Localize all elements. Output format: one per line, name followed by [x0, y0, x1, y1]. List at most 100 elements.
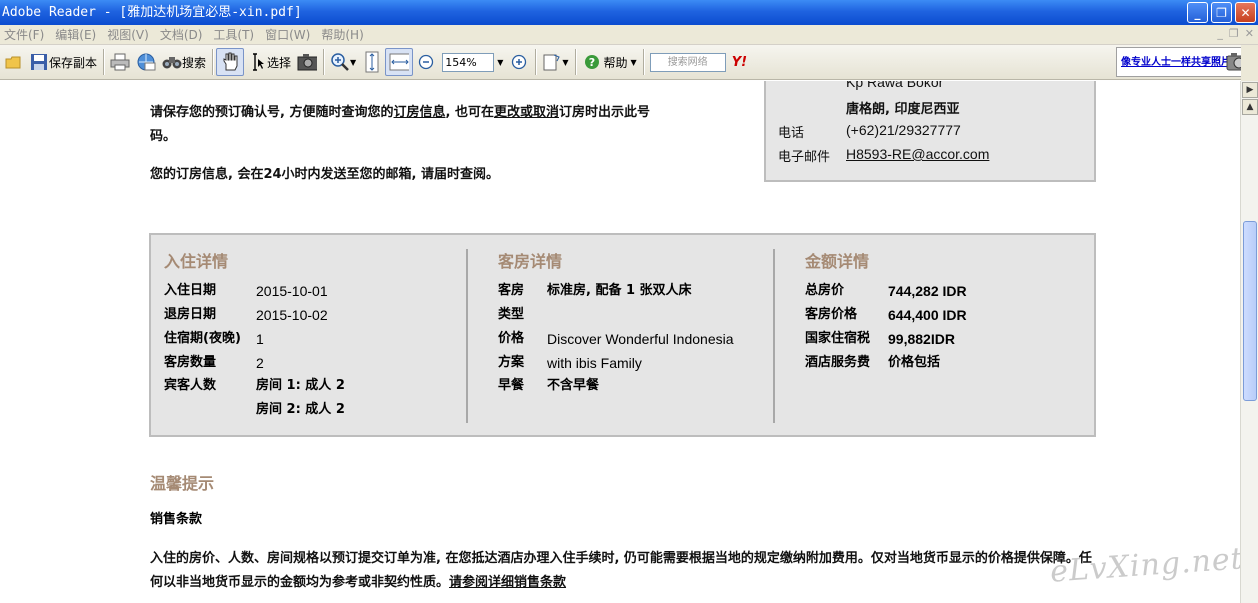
- vertical-scrollbar[interactable]: ▶ ▲: [1240, 81, 1258, 603]
- toolbar: 保存副本 搜索 选择 ▼ 154% ▼ ▼ ? 帮助 ▼ 搜索网络 Y! 像专业…: [0, 45, 1258, 80]
- checkin-date-label: 入住日期: [164, 283, 217, 298]
- search-label: 搜索: [182, 55, 207, 70]
- plus-circle-icon: [509, 52, 529, 72]
- close-button[interactable]: ✕: [1235, 2, 1256, 23]
- fit-width-button[interactable]: [385, 48, 414, 76]
- rotate-view-button[interactable]: ▼: [539, 48, 571, 76]
- fit-width-icon: [389, 52, 410, 72]
- menu-tools[interactable]: 工具(T): [209, 26, 261, 43]
- binoculars-icon: [162, 52, 182, 72]
- zoom-in-tool-button[interactable]: ▼: [327, 48, 359, 76]
- document-page: … 请保存您的预订确认号, 方便随时查询您的订房信息, 也可在更改或取消订房时出…: [0, 81, 1240, 603]
- change-cancel-link[interactable]: 更改或取消: [494, 105, 559, 120]
- room-details-title: 客房详情: [498, 252, 563, 271]
- email-notice-text: 您的订房信息, 会在24小时内发送至您的邮箱, 请届时查阅。: [150, 167, 500, 182]
- toolbar-separator: [535, 49, 537, 75]
- menu-bar: 文件(F) 编辑(E) 视图(V) 文档(D) 工具(T) 窗口(W) 帮助(H…: [0, 25, 1258, 45]
- search-button[interactable]: 搜索: [159, 48, 209, 76]
- zoom-level-input[interactable]: 154%: [442, 52, 495, 72]
- email-button[interactable]: [133, 48, 159, 76]
- tax-value: 99,882IDR: [888, 331, 955, 347]
- menu-edit[interactable]: 编辑(E): [51, 26, 103, 43]
- title-bar: Adobe Reader - [雅加达机场宜必思-xin.pdf] _ ❐ ✕: [0, 0, 1258, 25]
- help-icon: ?: [582, 52, 602, 72]
- print-button[interactable]: [107, 48, 133, 76]
- restore-button[interactable]: ❐: [1211, 2, 1232, 23]
- web-search-input[interactable]: 搜索网络: [649, 52, 726, 72]
- svg-text:?: ?: [588, 56, 594, 69]
- checkin-date-value: 2015-10-01: [256, 283, 328, 299]
- web-search-field[interactable]: 搜索网络: [647, 48, 729, 76]
- help-label: 帮助: [603, 55, 628, 70]
- phone-label: 电话: [778, 126, 805, 141]
- confirmation-paragraph: 请保存您的预订确认号, 方便随时查询您的订房信息, 也可在更改或取消订房时出示此…: [150, 101, 750, 149]
- toolbar-separator: [574, 49, 576, 75]
- service-fee-label: 酒店服务费: [805, 355, 871, 370]
- chevron-down-icon[interactable]: ▼: [350, 58, 356, 67]
- snapshot-button[interactable]: [294, 48, 320, 76]
- doc-minimize-button[interactable]: _: [1217, 27, 1223, 40]
- hotel-contact-box: Kp Rawa Bokor 唐格朗, 印度尼西亚 电话 (+62)21/2932…: [764, 81, 1096, 182]
- chevron-down-icon[interactable]: ▼: [497, 58, 503, 67]
- yahoo-button[interactable]: Y!: [729, 48, 750, 76]
- amount-details-title: 金额详情: [805, 252, 870, 271]
- document-window-controls: _ ❐ ✕: [1217, 27, 1254, 40]
- email-link[interactable]: H8593-RE@accor.com: [846, 146, 989, 162]
- rate-plan-label: 价格: [498, 331, 525, 346]
- menu-file[interactable]: 文件(F): [0, 26, 51, 43]
- checkout-date-label: 退房日期: [164, 307, 217, 322]
- help-button[interactable]: ? 帮助 ▼: [579, 48, 640, 76]
- booking-info-link[interactable]: 订房信息: [393, 105, 445, 120]
- phone-value: (+62)21/29327777: [846, 122, 961, 138]
- sales-terms-text: 入住的房价、人数、房间规格以预订提交订单为准, 在您抵达酒店办理入住手续时, 仍…: [150, 551, 1092, 590]
- column-divider: [773, 249, 775, 423]
- zoom-level-field[interactable]: 154% ▼: [439, 48, 506, 76]
- chevron-down-icon[interactable]: ▼: [562, 58, 568, 67]
- select-tool-button[interactable]: 选择: [244, 48, 294, 76]
- open-button[interactable]: [0, 48, 26, 76]
- nights-value: 1: [256, 331, 264, 347]
- zoom-in-button[interactable]: [506, 48, 532, 76]
- zoom-out-button[interactable]: [413, 48, 439, 76]
- pages-icon: [542, 52, 562, 72]
- email-notice: 您的订房信息, 会在24小时内发送至您的邮箱, 请届时查阅。: [150, 163, 750, 187]
- guests-room1: 房间 1: 成人 2: [256, 378, 345, 393]
- hand-tool-button[interactable]: [216, 48, 245, 76]
- chevron-down-icon[interactable]: ▼: [631, 58, 637, 67]
- menu-view[interactable]: 视图(V): [103, 26, 156, 43]
- rooms-value: 2: [256, 355, 264, 371]
- para1-end: 订房时出示此号: [558, 105, 650, 120]
- save-copy-button[interactable]: 保存副本: [26, 48, 100, 76]
- email-label: 电子邮件: [778, 150, 831, 165]
- room-price-label: 客房价格: [805, 307, 858, 322]
- minimize-button[interactable]: _: [1187, 2, 1208, 23]
- printer-icon: [110, 52, 130, 72]
- minus-circle-icon: [416, 52, 436, 72]
- total-label: 总房价: [805, 283, 845, 298]
- rate-plan-value: Discover Wonderful Indonesia: [547, 331, 734, 347]
- hotel-address-line2: 唐格朗, 印度尼西亚: [846, 102, 960, 117]
- globe-mail-icon: [136, 52, 156, 72]
- scroll-up-arrow[interactable]: ▶: [1242, 82, 1258, 98]
- fit-page-button[interactable]: [359, 48, 385, 76]
- share-photos-link[interactable]: 像专业人士一样共享照片: [1121, 57, 1231, 68]
- sales-terms-title: 销售条款: [150, 512, 203, 527]
- room-type-value: 标准房, 配备 1 张双人床: [547, 283, 692, 298]
- menu-window[interactable]: 窗口(W): [261, 26, 317, 43]
- window-title: Adobe Reader - [雅加达机场宜必思-xin.pdf]: [2, 5, 302, 20]
- scroll-arrow-up[interactable]: ▲: [1242, 99, 1258, 115]
- checkin-details-title: 入住详情: [164, 252, 229, 271]
- menu-document[interactable]: 文档(D): [156, 26, 210, 43]
- doc-restore-button[interactable]: ❐: [1229, 27, 1239, 40]
- room-type-label: 客房: [498, 283, 525, 298]
- menu-help[interactable]: 帮助(H): [317, 26, 370, 43]
- breakfast-label: 早餐: [498, 378, 525, 393]
- share-photos-ad[interactable]: 像专业人士一样共享照片: [1116, 47, 1256, 77]
- doc-close-button[interactable]: ✕: [1245, 27, 1254, 40]
- toolbar-separator: [323, 49, 325, 75]
- room-price-value: 644,400 IDR: [888, 307, 967, 323]
- scrollbar-thumb[interactable]: [1243, 221, 1257, 401]
- total-value: 744,282 IDR: [888, 283, 967, 299]
- sales-terms-link[interactable]: 请参阅详细销售条款: [449, 575, 566, 590]
- service-fee-value: 价格包括: [888, 355, 941, 370]
